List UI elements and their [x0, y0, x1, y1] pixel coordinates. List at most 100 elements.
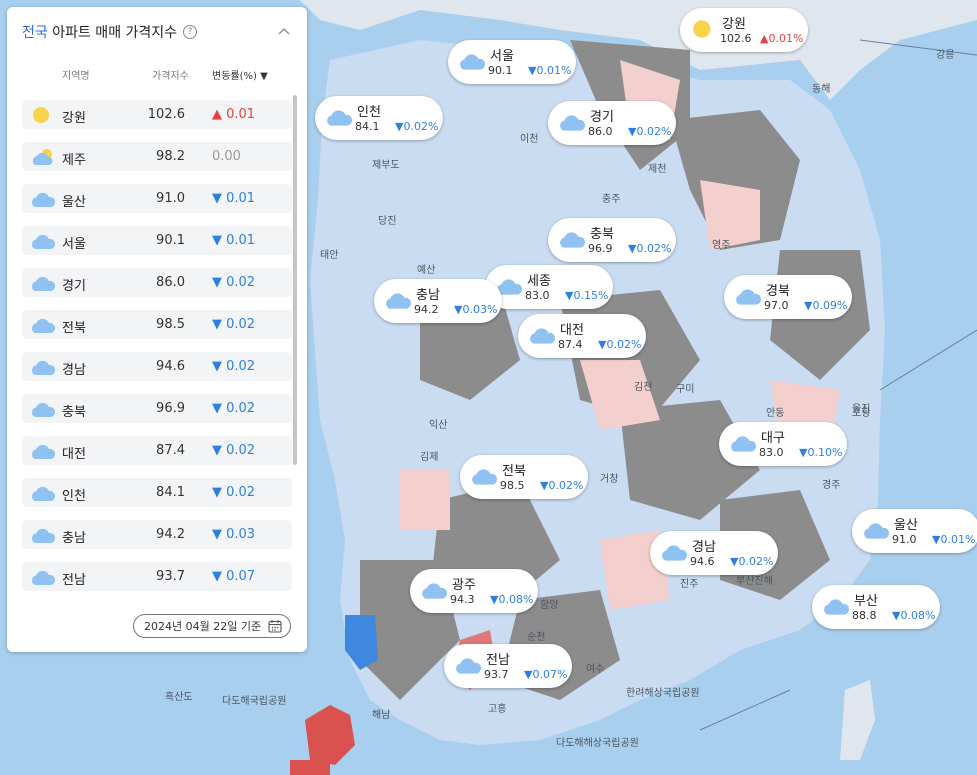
map-place-label: 해남	[372, 710, 391, 721]
region-bubble[interactable]: 울산 91.0 ▼0.01%	[852, 509, 977, 553]
bubble-price-index: 94.2	[414, 303, 439, 316]
bubble-region-name: 충남	[416, 288, 440, 303]
panel-title-highlight[interactable]: 전국	[22, 25, 48, 41]
cloud-icon	[30, 357, 56, 377]
list-item[interactable]: 전남 93.7 ▼ 0.07	[22, 562, 292, 591]
map-place-label: 고흥	[488, 704, 507, 715]
bubble-price-index: 84.1	[355, 120, 380, 133]
map-place-label: 동해	[812, 84, 831, 95]
list-item[interactable]: 충북 96.9 ▼ 0.02	[22, 394, 292, 423]
list-item[interactable]: 전북 98.5 ▼ 0.02	[22, 310, 292, 339]
list-item[interactable]: 인천 84.1 ▼ 0.02	[22, 478, 292, 507]
bubble-change-rate: ▼0.01%	[528, 64, 572, 77]
region-bubble[interactable]: 서울 90.1 ▼0.01%	[448, 40, 576, 84]
sun-icon	[30, 105, 56, 125]
region-bubble[interactable]: 경기 86.0 ▼0.02%	[548, 101, 676, 145]
map-place-label: 순천	[527, 632, 546, 643]
map-place-label: 경주	[822, 480, 841, 491]
price-index: 96.9	[156, 401, 185, 416]
bubble-region-name: 경북	[766, 284, 790, 299]
cloud-icon	[734, 285, 762, 307]
map-place-label: 제천	[648, 164, 667, 175]
bubble-change-rate: ▼0.10%	[799, 446, 843, 459]
cloud-icon	[558, 111, 586, 133]
region-bubble[interactable]: 광주 94.3 ▼0.08%	[410, 569, 538, 613]
region-bubble[interactable]: 충남 94.2 ▼0.03%	[374, 279, 502, 323]
region-name: 충북	[62, 405, 86, 420]
cloud-icon	[729, 432, 757, 454]
region-name: 경기	[62, 279, 86, 294]
map-place-label: 포항	[852, 408, 871, 419]
list-item[interactable]: 제주 98.2 0.00	[22, 142, 292, 171]
bubble-change-rate: ▼0.01%	[932, 533, 976, 546]
map-place-label: 함양	[540, 600, 559, 611]
list-item[interactable]: 경기 86.0 ▼ 0.02	[22, 268, 292, 297]
list-item[interactable]: 경남 94.6 ▼ 0.02	[22, 352, 292, 381]
region-name: 경남	[62, 363, 86, 378]
help-icon[interactable]: ?	[183, 25, 198, 39]
region-bubble[interactable]: 전북 98.5 ▼0.02%	[460, 455, 588, 499]
price-index: 94.6	[156, 359, 185, 374]
change-rate: ▼ 0.02	[212, 485, 256, 500]
map-place-label: 다도해국립공원	[222, 696, 287, 707]
cloud-icon	[420, 579, 448, 601]
date-selector[interactable]: 2024년 04월 22일 기준	[133, 614, 291, 638]
region-bubble[interactable]: 경북 97.0 ▼0.09%	[724, 275, 852, 319]
map-place-label: 김천	[634, 382, 653, 393]
cloud-icon	[30, 483, 56, 503]
region-bubble[interactable]: 인천 84.1 ▼0.02%	[315, 96, 443, 140]
date-label: 2024년 04월 22일 기준	[144, 620, 262, 633]
bubble-region-name: 광주	[452, 578, 476, 593]
list-item[interactable]: 강원 102.6 ▲ 0.01	[22, 100, 292, 129]
region-bubble[interactable]: 대전 87.4 ▼0.02%	[518, 314, 646, 358]
map-place-label: 흑산도	[165, 692, 193, 703]
bubble-region-name: 대구	[761, 431, 785, 446]
bubble-region-name: 충북	[590, 227, 614, 242]
col-change-sort[interactable]: 변동률(%) ▼	[212, 67, 268, 82]
price-index: 84.1	[156, 485, 185, 500]
price-index: 102.6	[147, 107, 185, 122]
cloud-icon	[30, 231, 56, 251]
change-rate: ▼ 0.02	[212, 275, 256, 290]
bubble-region-name: 부산	[854, 594, 878, 609]
bubble-region-name: 강원	[722, 17, 746, 32]
cloud-icon	[454, 654, 482, 676]
cloud-icon	[30, 441, 56, 461]
region-bubble[interactable]: 경남 94.6 ▼0.02%	[650, 531, 778, 575]
list-item[interactable]: 충남 94.2 ▼ 0.03	[22, 520, 292, 549]
list-item[interactable]: 대전 87.4 ▼ 0.02	[22, 436, 292, 465]
bubble-price-index: 93.7	[484, 668, 509, 681]
calendar-icon[interactable]	[268, 619, 282, 633]
bubble-change-rate: ▼0.02%	[598, 338, 642, 351]
change-rate: ▼ 0.02	[212, 359, 256, 374]
region-bubble[interactable]: 대구 83.0 ▼0.10%	[719, 422, 847, 466]
col-index: 가격지수	[152, 71, 189, 82]
region-bubble[interactable]: 강원 102.6 ▲0.01%	[680, 8, 808, 52]
region-bubble[interactable]: 충북 96.9 ▼0.02%	[548, 218, 676, 262]
region-bubble[interactable]: 부산 88.8 ▼0.08%	[812, 585, 940, 629]
bubble-change-rate: ▼0.02%	[730, 555, 774, 568]
bubble-price-index: 97.0	[764, 299, 789, 312]
cloud-icon	[325, 106, 353, 128]
region-bubble[interactable]: 전남 93.7 ▼0.07%	[444, 644, 572, 688]
scrollbar[interactable]	[293, 95, 297, 465]
bubble-price-index: 98.5	[500, 479, 525, 492]
change-rate: 0.00	[212, 149, 241, 164]
col-region: 지역명	[62, 71, 90, 82]
bubble-change-rate: ▼0.02%	[628, 242, 672, 255]
cloud-icon	[822, 595, 850, 617]
region-bubble[interactable]: 세종 83.0 ▼0.15%	[485, 265, 613, 309]
cloud-icon	[30, 315, 56, 335]
chevron-up-icon[interactable]	[276, 23, 292, 39]
cloud-icon	[384, 289, 412, 311]
change-rate: ▼ 0.07	[212, 569, 256, 584]
list-item[interactable]: 울산 91.0 ▼ 0.01	[22, 184, 292, 213]
bubble-change-rate: ▼0.07%	[524, 668, 568, 681]
bubble-region-name: 울산	[894, 518, 918, 533]
map-place-label: 익산	[429, 420, 448, 431]
price-index: 91.0	[156, 191, 185, 206]
bubble-region-name: 전남	[486, 653, 510, 668]
list-item[interactable]: 서울 90.1 ▼ 0.01	[22, 226, 292, 255]
bubble-region-name: 대전	[560, 323, 584, 338]
sun-icon	[690, 18, 718, 40]
